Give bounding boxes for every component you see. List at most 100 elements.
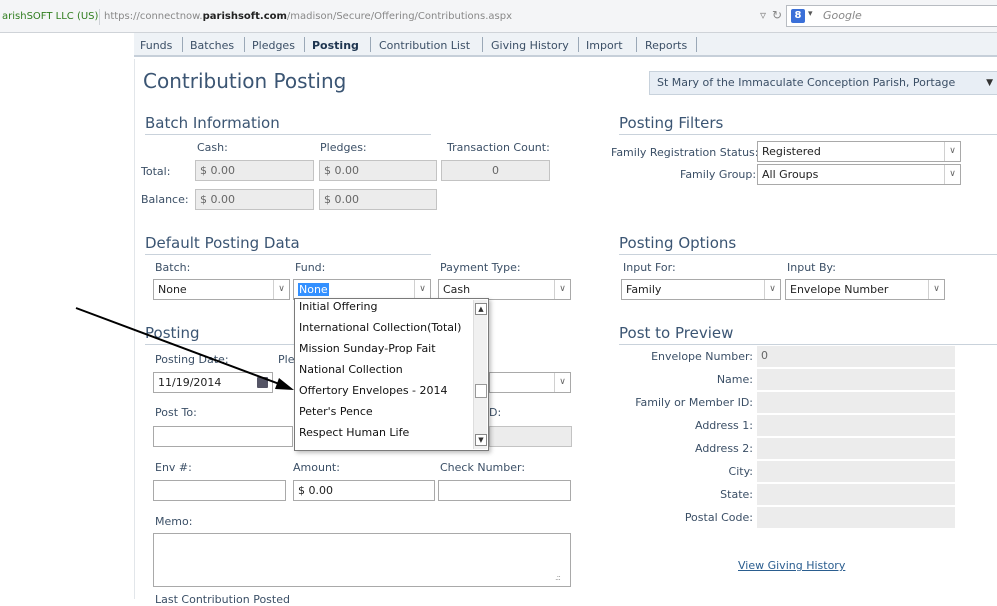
batch-label: Batch: — [155, 261, 191, 274]
nav-divider — [182, 37, 183, 52]
preview-field-value — [757, 369, 955, 390]
nav-divider — [370, 37, 371, 52]
site-identity[interactable]: arishSOFT LLC (US) — [0, 9, 100, 25]
url-field[interactable]: https://connectnow.parishsoft.com/madiso… — [104, 9, 744, 25]
preview-field-label: Envelope Number: — [651, 350, 753, 363]
parish-select-value: St Mary of the Immaculate Conception Par… — [657, 76, 956, 89]
family-group-label: Family Group: — [680, 168, 757, 181]
fund-option[interactable]: Respect Human Life — [299, 422, 409, 443]
post-to-label: Post To: — [155, 406, 197, 419]
input-for-label: Input For: — [623, 261, 676, 274]
nav-divider — [244, 37, 245, 52]
resize-grip-icon[interactable]: .:: — [555, 573, 994, 597]
amount-input[interactable]: $ 0.00 — [293, 480, 435, 501]
tab-import[interactable]: Import — [586, 39, 623, 52]
last-contribution-label: Last Contribution Posted — [155, 593, 290, 606]
preview-field-value — [757, 438, 955, 459]
input-for-select[interactable]: Family ∨ — [621, 279, 781, 300]
registration-status-value: Registered — [762, 145, 821, 158]
check-number-input[interactable] — [438, 480, 571, 501]
fund-label: Fund: — [295, 261, 326, 274]
payment-type-label: Payment Type: — [440, 261, 521, 274]
preview-field-label: Address 1: — [694, 419, 753, 432]
chevron-down-icon: ∨ — [764, 280, 780, 299]
cash-column-label: Cash: — [197, 141, 228, 154]
preview-field-value: 0 — [757, 346, 955, 367]
nav-divider — [304, 37, 305, 52]
tab-pledges[interactable]: Pledges — [252, 39, 295, 52]
family-group-value: All Groups — [762, 168, 819, 181]
family-group-select[interactable]: All Groups ∨ — [757, 164, 961, 185]
nav-divider — [696, 37, 697, 52]
calendar-icon[interactable] — [257, 377, 268, 388]
chevron-down-icon: ∨ — [414, 280, 430, 299]
chevron-down-icon[interactable]: ▾ — [808, 9, 813, 19]
chevron-down-icon: ∨ — [944, 142, 960, 161]
payment-type-select[interactable]: Cash ∨ — [438, 279, 571, 300]
scroll-down-icon[interactable]: ▼ — [475, 434, 487, 446]
preview-field-value — [757, 392, 955, 413]
fund-option[interactable]: Peter's Pence — [299, 401, 373, 422]
nav-divider — [578, 37, 579, 52]
registration-status-label: Family Registration Status: — [611, 146, 759, 159]
transaction-count-label: Transaction Count: — [447, 141, 550, 154]
fund-option[interactable]: Offertory Envelopes - 2014 — [299, 380, 448, 401]
search-placeholder: Google — [823, 9, 862, 22]
member-id-label: D: — [489, 406, 502, 419]
app-nav: Funds Batches Pledges Posting Contributi… — [134, 33, 997, 57]
input-by-value: Envelope Number — [790, 283, 889, 296]
dropdown-history-icon[interactable]: ▿ — [760, 8, 766, 22]
fund-option[interactable]: National Collection — [299, 359, 403, 380]
transaction-count-field: 0 — [441, 160, 550, 181]
google-icon[interactable]: 8 — [791, 9, 805, 23]
memo-label: Memo: — [155, 515, 193, 528]
post-to-preview-title: Post to Preview — [619, 324, 997, 345]
payment-type-value: Cash — [443, 283, 471, 296]
amount-label: Amount: — [293, 461, 340, 474]
fund-option[interactable]: Initial Offering — [299, 299, 377, 317]
reload-icon[interactable]: ↻ — [772, 8, 782, 22]
posting-date-value: 11/19/2014 — [158, 376, 222, 389]
member-id-input — [489, 426, 572, 447]
preview-field-value — [757, 484, 955, 505]
tab-posting[interactable]: Posting — [312, 39, 359, 52]
pledges-column-label: Pledges: — [320, 141, 367, 154]
chevron-down-icon: ∨ — [554, 280, 570, 299]
scroll-thumb[interactable] — [475, 384, 487, 398]
scroll-up-icon[interactable]: ▲ — [475, 303, 487, 315]
search-input[interactable]: 8 ▾ Google — [786, 5, 997, 27]
envelope-number-label: Env #: — [155, 461, 192, 474]
envelope-number-input[interactable] — [153, 480, 286, 501]
balance-row-label: Balance: — [141, 193, 189, 206]
browser-address-bar: arishSOFT LLC (US) https://connectnow.pa… — [0, 0, 997, 33]
tab-contribution-list[interactable]: Contribution List — [379, 39, 470, 52]
batch-select[interactable]: None ∨ — [153, 279, 290, 300]
tab-giving-history[interactable]: Giving History — [491, 39, 569, 52]
posting-date-input[interactable]: 11/19/2014 — [153, 372, 273, 393]
view-giving-history-link[interactable]: View Giving History — [738, 559, 845, 572]
fund-dropdown-list: Initial Offering International Collectio… — [294, 298, 489, 451]
posting-options-title: Posting Options — [619, 234, 997, 255]
tab-funds[interactable]: Funds — [140, 39, 172, 52]
url-prefix: https://connectnow. — [104, 11, 203, 22]
preview-field-label: City: — [728, 465, 753, 478]
tab-batches[interactable]: Batches — [190, 39, 234, 52]
parish-select[interactable]: St Mary of the Immaculate Conception Par… — [649, 71, 997, 95]
preview-field-label: Family or Member ID: — [635, 396, 753, 409]
memo-textarea[interactable] — [153, 533, 571, 587]
input-by-select[interactable]: Envelope Number ∨ — [785, 279, 945, 300]
fund-select[interactable]: None ∨ — [293, 279, 431, 300]
page-title: Contribution Posting — [143, 69, 347, 93]
url-path: /madison/Secure/Offering/Contributions.a… — [286, 11, 513, 22]
preview-field-label: State: — [720, 488, 753, 501]
input-for-value: Family — [626, 283, 662, 296]
posting-date-label: Posting Date: — [155, 353, 229, 366]
registration-status-select[interactable]: Registered ∨ — [757, 141, 961, 162]
preview-field-label: Postal Code: — [684, 511, 753, 524]
fund-option[interactable]: International Collection(Total) — [299, 317, 461, 338]
tab-reports[interactable]: Reports — [645, 39, 687, 52]
fund-option[interactable]: Mission Sunday-Prop Fait — [299, 338, 436, 359]
dropdown-scrollbar[interactable]: ▲ ▼ — [473, 300, 487, 449]
post-to-input[interactable] — [153, 426, 293, 447]
pledge-select[interactable]: ∨ — [489, 372, 571, 393]
